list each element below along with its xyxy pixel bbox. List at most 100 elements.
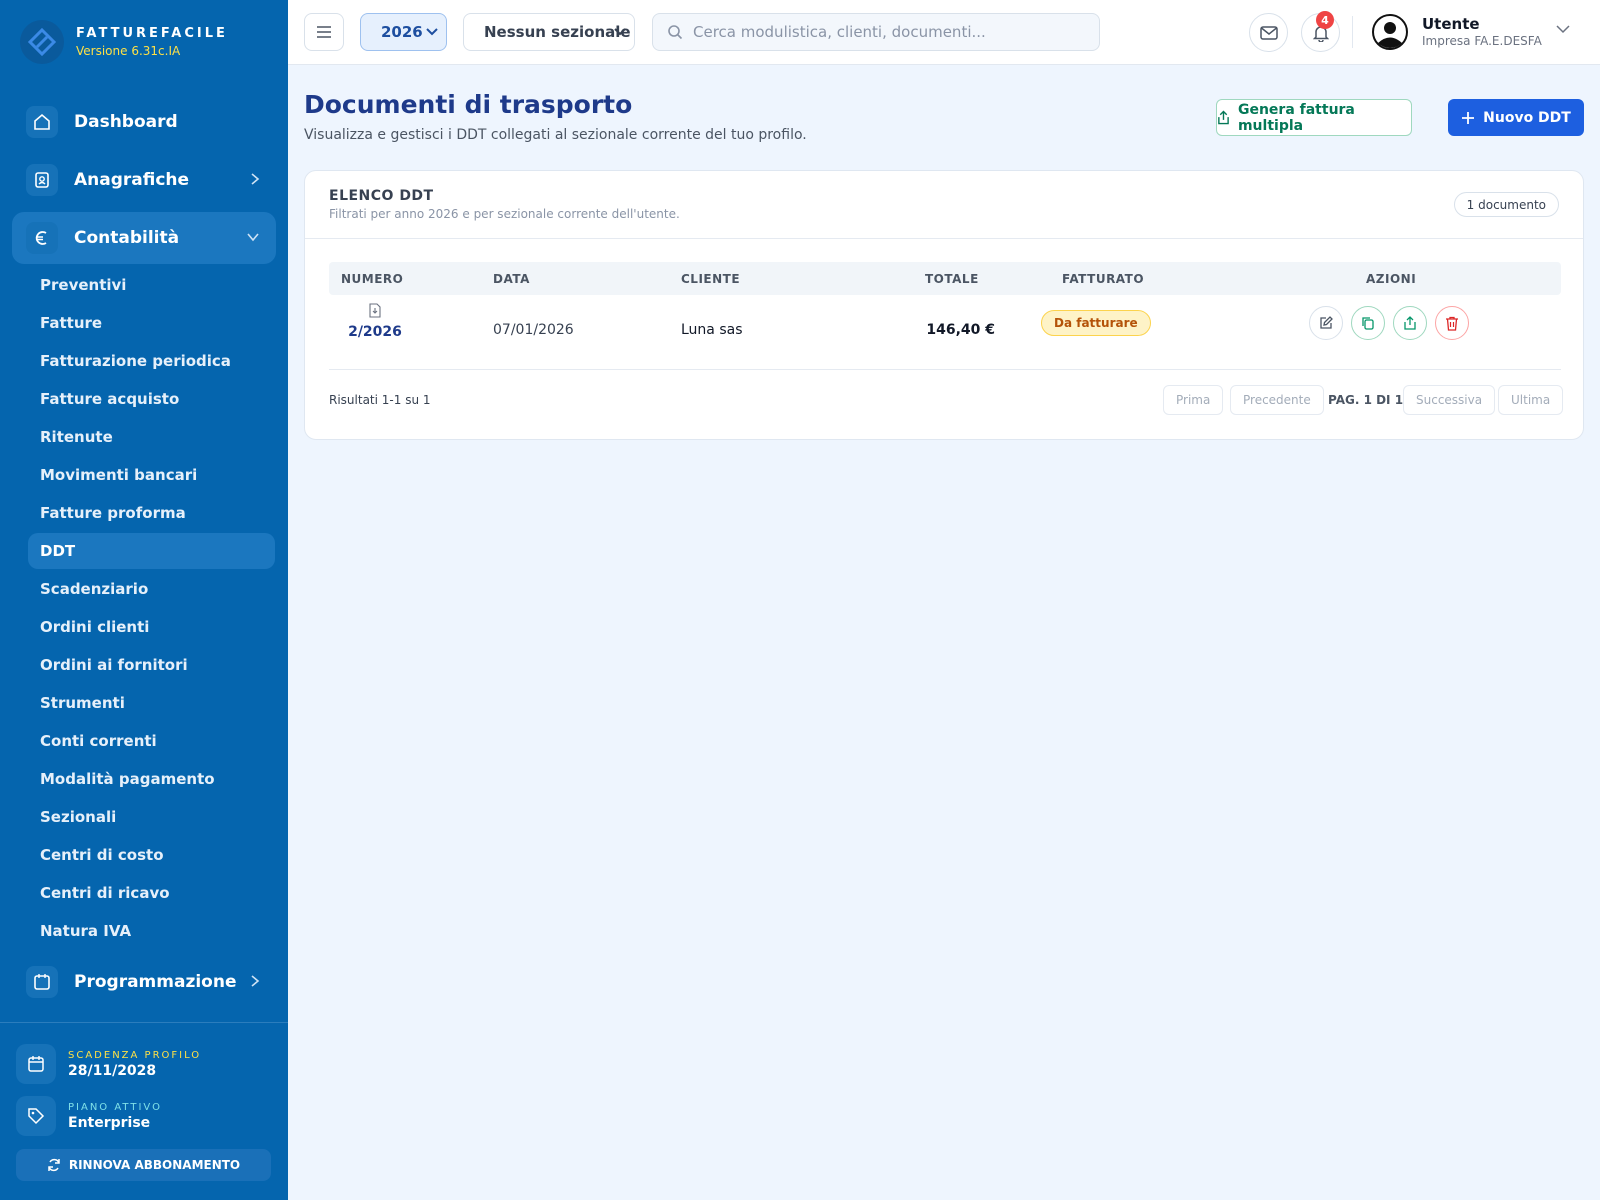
delete-button[interactable] (1435, 306, 1469, 340)
sidebar-item-centri-di-ricavo[interactable]: Centri di ricavo (28, 875, 275, 911)
nav-contabilita-label: Contabilità (74, 228, 180, 248)
sidebar-item-ordini-ai-fornitori[interactable]: Ordini ai fornitori (28, 647, 275, 683)
th-fatturato[interactable]: FATTURATO (1062, 272, 1144, 286)
nav-anagrafiche[interactable]: Anagrafiche (12, 154, 276, 206)
sezionale-select[interactable]: Nessun sezionale (463, 13, 635, 51)
th-data[interactable]: DATA (493, 272, 530, 286)
sidebar-item-label: Sezionali (40, 808, 117, 826)
sidebar-item-ordini-clienti[interactable]: Ordini clienti (28, 609, 275, 645)
nav-anagrafiche-label: Anagrafiche (74, 170, 190, 190)
th-cliente[interactable]: CLIENTE (681, 272, 740, 286)
th-numero[interactable]: NUMERO (341, 272, 403, 286)
edit-button[interactable] (1309, 306, 1343, 340)
contacts-icon (26, 164, 58, 196)
sidebar-item-fatture[interactable]: Fatture (28, 305, 275, 341)
sidebar-item-strumenti[interactable]: Strumenti (28, 685, 275, 721)
numero-cell[interactable]: 2/2026 (329, 303, 421, 340)
trash-icon (1446, 316, 1458, 331)
chevron-right-icon (251, 173, 260, 185)
active-plan-label: PIANO ATTIVO (68, 1101, 162, 1113)
generate-multiple-invoice-button[interactable]: Genera fattura multipla (1216, 99, 1412, 136)
sidebar-item-ddt[interactable]: DDT (28, 533, 275, 569)
chevron-down-icon[interactable] (1556, 24, 1570, 34)
renew-subscription-button[interactable]: RINNOVA ABBONAMENTO (16, 1149, 271, 1181)
notifications-badge: 4 (1316, 11, 1334, 29)
plus-icon (1462, 111, 1475, 124)
first-page-button[interactable]: Prima (1163, 385, 1224, 415)
user-name[interactable]: Utente (1422, 15, 1480, 33)
sidebar-item-conti-correnti[interactable]: Conti correnti (28, 723, 275, 759)
refresh-icon (48, 1158, 60, 1172)
euro-icon (26, 222, 58, 254)
chevron-down-icon (614, 28, 626, 36)
active-plan-value: Enterprise (68, 1114, 151, 1131)
sidebar-item-fatture-acquisto[interactable]: Fatture acquisto (28, 381, 275, 417)
brand-version: Versione 6.31c.IA (76, 44, 181, 58)
home-icon (26, 106, 58, 138)
previous-page-button[interactable]: Precedente (1230, 385, 1324, 415)
chevron-right-icon (251, 975, 260, 987)
topbar-separator (1352, 16, 1353, 48)
new-ddt-button[interactable]: Nuovo DDT (1448, 99, 1584, 136)
user-avatar-icon[interactable] (1372, 14, 1408, 50)
sidebar-item-sezionali[interactable]: Sezionali (28, 799, 275, 835)
nav-programmazione-label: Programmazione (74, 972, 237, 992)
brand[interactable]: FATTUREFACILE Versione 6.31c.IA (20, 20, 228, 64)
calendar-icon (16, 1044, 56, 1084)
sidebar-item-ritenute[interactable]: Ritenute (28, 419, 275, 455)
duplicate-button[interactable] (1351, 306, 1385, 340)
nav-programmazione[interactable]: Programmazione (12, 956, 276, 1008)
sidebar-item-modalit-pagamento[interactable]: Modalità pagamento (28, 761, 275, 797)
sidebar-item-natura-iva[interactable]: Natura IVA (28, 913, 275, 949)
sezionale-select-value: Nessun sezionale (484, 23, 631, 41)
hamburger-icon (317, 26, 331, 38)
active-plan: PIANO ATTIVO Enterprise (16, 1096, 162, 1136)
last-page-button[interactable]: Ultima (1498, 385, 1564, 415)
sidebar-divider (0, 1022, 288, 1023)
profile-expiry-value: 28/11/2028 (68, 1062, 157, 1079)
sidebar-item-centri-di-costo[interactable]: Centri di costo (28, 837, 275, 873)
share-upload-icon (1218, 110, 1229, 124)
sidebar-item-fatture-proforma[interactable]: Fatture proforma (28, 495, 275, 531)
sidebar-item-label: Fatturazione periodica (40, 352, 231, 370)
next-page-button[interactable]: Successiva (1403, 385, 1496, 415)
nav-contabilita[interactable]: Contabilità (12, 212, 276, 264)
sidebar-item-label: Ordini ai fornitori (40, 656, 188, 674)
sidebar-item-label: Modalità pagamento (40, 770, 215, 788)
year-select-value: 2026 (381, 23, 423, 41)
sidebar-item-label: Natura IVA (40, 922, 132, 940)
sidebar-item-label: Centri di ricavo (40, 884, 170, 902)
sidebar-item-label: Strumenti (40, 694, 125, 712)
table-row[interactable]: 2/2026 07/01/2026 Luna sas 146,40 € Da f… (329, 295, 1561, 369)
th-totale[interactable]: TOTALE (925, 272, 979, 286)
sidebar-item-preventivi[interactable]: Preventivi (28, 267, 275, 303)
profile-expiry: SCADENZA PROFILO 28/11/2028 (16, 1044, 201, 1084)
search-input[interactable] (693, 23, 1083, 41)
brand-logo-icon (20, 20, 64, 64)
tag-icon (16, 1096, 56, 1136)
sidebar-item-scadenziario[interactable]: Scadenziario (28, 571, 275, 607)
export-button[interactable] (1393, 306, 1427, 340)
sidebar-item-movimenti-bancari[interactable]: Movimenti bancari (28, 457, 275, 493)
generate-multiple-invoice-label: Genera fattura multipla (1237, 101, 1355, 134)
search-icon (668, 25, 683, 40)
ddt-list-card: ELENCO DDT Filtrati per anno 2026 e per … (304, 170, 1584, 440)
menu-toggle-button[interactable] (304, 13, 344, 51)
ddt-total: 146,40 € (926, 322, 995, 338)
search-box (652, 13, 1100, 51)
sidebar-item-fatturazione-periodica[interactable]: Fatturazione periodica (28, 343, 275, 379)
sidebar-item-label: Fatture proforma (40, 504, 186, 522)
calendar-icon (26, 966, 58, 998)
card-title: ELENCO DDT (329, 188, 434, 204)
sidebar-item-label: Ritenute (40, 428, 113, 446)
ddt-number[interactable]: 2/2026 (329, 324, 421, 340)
sidebar-item-label: Fatture (40, 314, 103, 332)
messages-button[interactable] (1249, 13, 1288, 52)
chevron-down-icon (426, 28, 438, 36)
year-select[interactable]: 2026 (360, 13, 447, 51)
sidebar-item-label: Preventivi (40, 276, 127, 294)
nav-dashboard[interactable]: Dashboard (12, 96, 276, 148)
topbar: 2026 Nessun sezionale 4 Utente Impresa F… (288, 0, 1600, 65)
renew-subscription-label: RINNOVA ABBONAMENTO (68, 1158, 241, 1172)
mail-icon (1259, 25, 1278, 40)
